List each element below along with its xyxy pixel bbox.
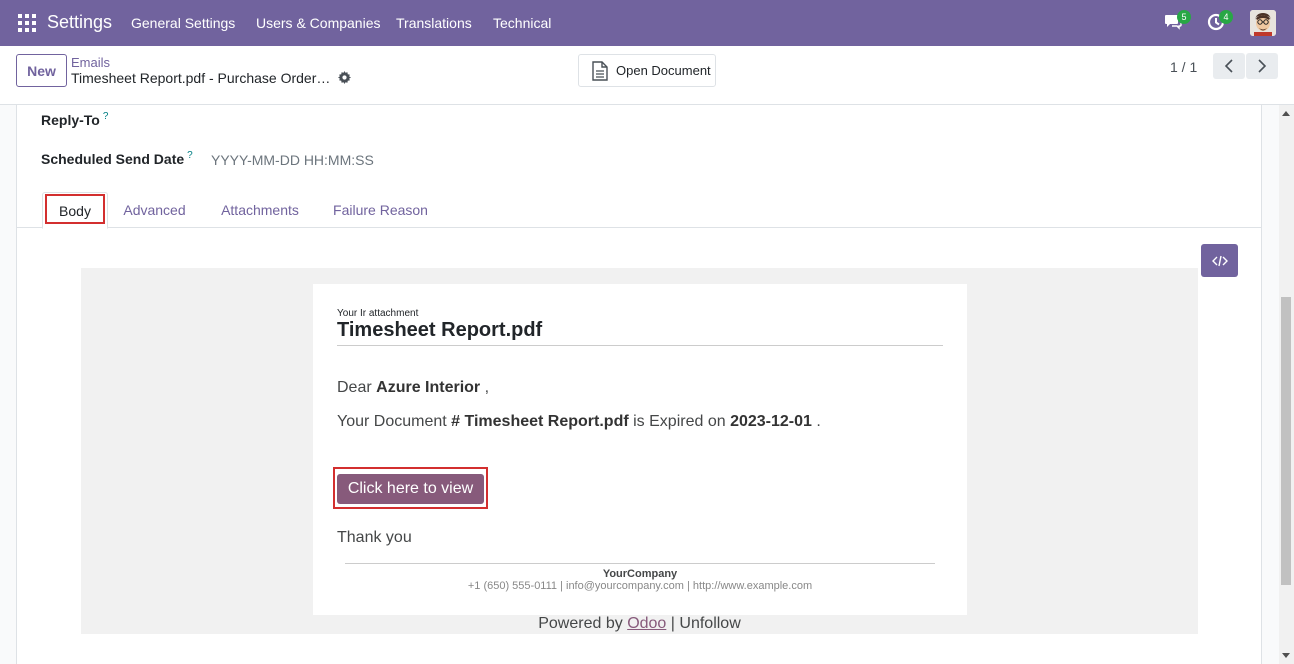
body-tab-highlight <box>45 194 105 224</box>
reply-to-help-tooltip[interactable]: ? <box>103 111 109 122</box>
vertical-scrollbar[interactable] <box>1279 105 1294 664</box>
scheduled-send-date-input[interactable]: YYYY-MM-DD HH:MM:SS <box>211 152 374 168</box>
email-divider <box>337 345 943 346</box>
scroll-up-arrow-icon[interactable] <box>1282 111 1290 116</box>
tab-attachments[interactable]: Attachments <box>211 192 309 228</box>
user-avatar[interactable] <box>1250 10 1276 36</box>
breadcrumb-emails-link[interactable]: Emails <box>71 55 110 70</box>
apps-menu-icon[interactable] <box>18 14 36 32</box>
scroll-down-arrow-icon[interactable] <box>1282 653 1290 658</box>
email-expiry-message: Your Document # Timesheet Report.pdf is … <box>337 413 821 430</box>
email-title: Timesheet Report.pdf <box>337 319 543 341</box>
activities-count-badge: 4 <box>1219 10 1233 24</box>
chevron-left-icon <box>1224 59 1233 73</box>
breadcrumb-current-record: Timesheet Report.pdf - Purchase Order Ex… <box>71 70 333 86</box>
open-document-label: Open Document <box>616 63 711 78</box>
menu-technical[interactable]: Technical <box>493 15 551 31</box>
menu-translations[interactable]: Translations <box>396 15 472 31</box>
pager-value[interactable]: 1 / 1 <box>1170 59 1197 75</box>
odoo-link[interactable]: Odoo <box>627 615 666 632</box>
chevron-right-icon <box>1258 59 1267 73</box>
control-panel: New Emails Timesheet Report.pdf - Purcha… <box>0 46 1294 105</box>
email-greeting: Dear Azure Interior , <box>337 379 490 396</box>
top-navbar: Settings General Settings Users & Compan… <box>0 0 1294 46</box>
email-footer-divider <box>345 563 935 564</box>
messages-count-badge: 5 <box>1177 10 1191 24</box>
powered-by-footer: Powered by Odoo | Unfollow <box>538 615 741 632</box>
form-sheet: Reply-To? Scheduled Send Date? YYYY-MM-D… <box>16 105 1262 664</box>
document-icon <box>592 60 608 81</box>
gear-icon[interactable] <box>338 71 351 84</box>
scrollbar-thumb[interactable] <box>1281 297 1291 585</box>
unfollow-link[interactable]: Unfollow <box>679 615 740 632</box>
email-card: Your Ir attachment Timesheet Report.pdf … <box>313 284 967 615</box>
click-here-to-view-button[interactable]: Click here to view <box>337 474 484 504</box>
scheduled-help-tooltip[interactable]: ? <box>187 150 193 161</box>
company-name: YourCompany <box>602 568 678 580</box>
pager-previous-button[interactable] <box>1213 53 1245 79</box>
menu-general-settings[interactable]: General Settings <box>131 15 235 31</box>
tab-advanced[interactable]: Advanced <box>117 192 192 228</box>
pager-next-button[interactable] <box>1246 53 1278 79</box>
company-contact-info: +1 (650) 555-0111 | info@yourcompany.com… <box>467 580 813 592</box>
email-thanks: Thank you <box>337 529 412 546</box>
code-view-button[interactable] <box>1201 244 1238 277</box>
code-icon <box>1211 255 1228 266</box>
email-subtitle: Your Ir attachment <box>337 308 419 319</box>
email-body-preview: Your Ir attachment Timesheet Report.pdf … <box>81 268 1198 634</box>
menu-users-companies[interactable]: Users & Companies <box>256 15 381 31</box>
scheduled-send-date-label: Scheduled Send Date? <box>41 150 193 167</box>
reply-to-label: Reply-To? <box>41 111 109 128</box>
new-button[interactable]: New <box>16 54 67 87</box>
open-document-button[interactable]: Open Document <box>578 54 716 87</box>
notebook-tabs: Body Advanced Attachments Failure Reason <box>17 192 1261 229</box>
app-name[interactable]: Settings <box>47 12 112 33</box>
tab-failure-reason[interactable]: Failure Reason <box>327 192 434 228</box>
